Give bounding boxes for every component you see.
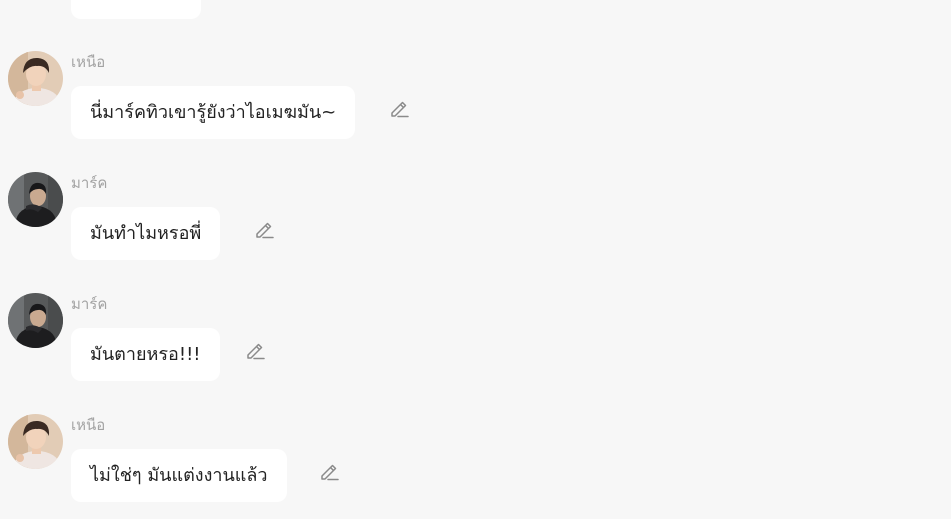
avatar[interactable] — [8, 414, 63, 469]
pencil-icon — [247, 343, 265, 360]
pencil-icon — [256, 222, 274, 239]
nuea-avatar-image — [8, 414, 63, 469]
sender-name: เหนือ — [71, 53, 106, 71]
message-bubble: มันทำไมหรอพี่ — [71, 207, 221, 260]
sender-name: มาร์ค — [71, 174, 108, 192]
avatar[interactable] — [8, 172, 63, 227]
pencil-icon — [391, 101, 409, 118]
chat-message: เหนือ ไม่ใช่ๆ มันแต่งงานแล้ว — [0, 414, 951, 519]
avatar[interactable] — [8, 51, 63, 106]
mark-avatar-image — [8, 172, 63, 227]
message-bubble: นี่มาร์คทิวเขารู้ยังว่าไอเมฆมัน~ — [71, 86, 356, 139]
message-bubble: ไม่ใช่ๆ มันแต่งงานแล้ว — [71, 449, 287, 502]
edit-message-button[interactable] — [253, 218, 275, 240]
nuea-avatar-image — [8, 51, 63, 106]
sender-name: เหนือ — [71, 416, 106, 434]
sender-name: มาร์ค — [71, 295, 108, 313]
chat-message: เหนือ นี่มาร์คทิวเขารู้ยังว่าไอเมฆมัน~ — [0, 51, 951, 163]
edit-message-button[interactable] — [244, 339, 266, 361]
message-bubble: มันตายหรอ!!! — [71, 328, 220, 381]
message-bubble-partial — [71, 0, 201, 19]
mark-avatar-image — [8, 293, 63, 348]
chat-message: มาร์ค มันตายหรอ!!! — [0, 293, 951, 405]
avatar[interactable] — [8, 293, 63, 348]
pencil-icon — [321, 464, 339, 481]
chat-message: มาร์ค มันทำไมหรอพี่ — [0, 172, 951, 284]
chat-thread: เหนือ นี่มาร์คทิวเขารู้ยังว่าไอเมฆมัน~ ม… — [0, 0, 951, 519]
edit-message-button[interactable] — [318, 460, 340, 482]
edit-message-button[interactable] — [388, 97, 410, 119]
